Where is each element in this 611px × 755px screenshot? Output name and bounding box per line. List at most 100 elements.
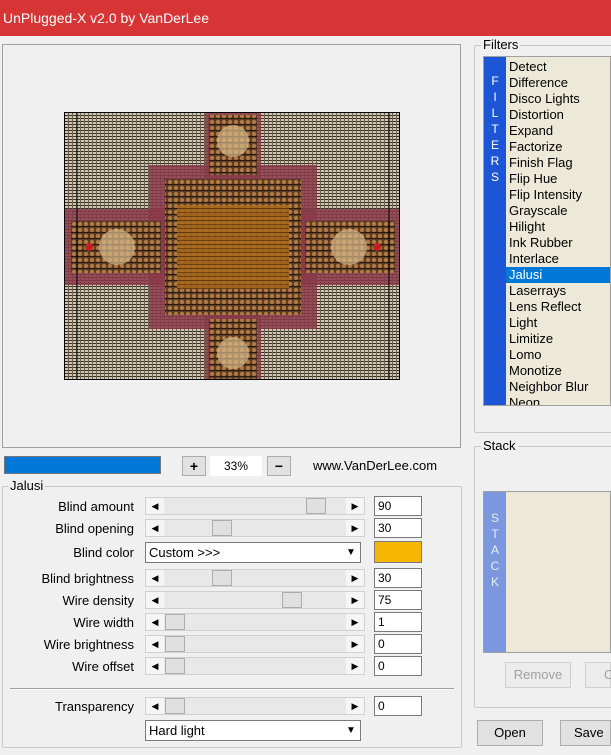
wire-offset-slider[interactable]: ◀ ▶ bbox=[145, 657, 365, 675]
strip-letter: A bbox=[490, 543, 499, 557]
zoom-out-button[interactable]: − bbox=[267, 456, 291, 476]
slider-right-arrow-icon[interactable]: ▶ bbox=[346, 614, 364, 630]
filter-item[interactable]: Difference bbox=[506, 75, 610, 91]
filter-item[interactable]: Flip Intensity bbox=[506, 187, 610, 203]
filter-item[interactable]: Light bbox=[506, 315, 610, 331]
clear-button[interactable]: C bbox=[585, 662, 611, 688]
slider-left-arrow-icon[interactable]: ◀ bbox=[146, 636, 164, 652]
wire-width-input[interactable]: 1 bbox=[374, 612, 422, 632]
filters-group-title: Filters bbox=[481, 37, 521, 52]
filter-item[interactable]: Lens Reflect bbox=[506, 299, 610, 315]
title-bar: UnPlugged-X v2.0 by VanDerLee bbox=[0, 0, 611, 36]
blend-mode-selected: Hard light bbox=[149, 723, 205, 738]
filter-item[interactable]: Neon bbox=[506, 395, 610, 405]
filter-item[interactable]: Limitize bbox=[506, 331, 610, 347]
strip-letter: C bbox=[490, 559, 500, 573]
stack-strip: S T A C K bbox=[484, 492, 506, 652]
website-link[interactable]: www.VanDerLee.com bbox=[313, 458, 437, 473]
blend-mode-select[interactable]: Hard light ▼ bbox=[145, 720, 361, 741]
slider-left-arrow-icon[interactable]: ◀ bbox=[146, 698, 164, 714]
filter-item[interactable]: Distortion bbox=[506, 107, 610, 123]
slider-thumb[interactable] bbox=[306, 498, 326, 514]
slider-thumb[interactable] bbox=[165, 636, 185, 652]
wire-density-label: Wire density bbox=[62, 593, 134, 608]
strip-letter: S bbox=[490, 170, 499, 184]
filter-item[interactable]: Grayscale bbox=[506, 203, 610, 219]
filter-item[interactable]: Monotize bbox=[506, 363, 610, 379]
blind-color-swatch[interactable] bbox=[374, 541, 422, 563]
wire-brightness-slider[interactable]: ◀ ▶ bbox=[145, 635, 365, 653]
wire-density-input[interactable]: 75 bbox=[374, 590, 422, 610]
filters-list[interactable]: F I L T E R S Detect Difference Disco Li… bbox=[483, 56, 611, 406]
blind-opening-slider[interactable]: ◀ ▶ bbox=[145, 519, 365, 537]
filter-item[interactable]: Laserrays bbox=[506, 283, 610, 299]
preview-artwork bbox=[65, 113, 399, 379]
blind-amount-slider[interactable]: ◀ ▶ bbox=[145, 497, 365, 515]
zoom-in-button[interactable]: + bbox=[182, 456, 206, 476]
slider-left-arrow-icon[interactable]: ◀ bbox=[146, 520, 164, 536]
slider-left-arrow-icon[interactable]: ◀ bbox=[146, 570, 164, 586]
blind-amount-input[interactable]: 90 bbox=[374, 496, 422, 516]
strip-letter: K bbox=[490, 575, 499, 589]
filter-item[interactable]: Hilight bbox=[506, 219, 610, 235]
blind-brightness-slider[interactable]: ◀ ▶ bbox=[145, 569, 365, 587]
wire-offset-input[interactable]: 0 bbox=[374, 656, 422, 676]
transparency-label: Transparency bbox=[55, 699, 134, 714]
filter-item[interactable]: Disco Lights bbox=[506, 91, 610, 107]
filter-item[interactable]: Neighbor Blur bbox=[506, 379, 610, 395]
transparency-input[interactable]: 0 bbox=[374, 696, 422, 716]
slider-right-arrow-icon[interactable]: ▶ bbox=[346, 698, 364, 714]
blind-opening-label: Blind opening bbox=[55, 521, 134, 536]
slider-left-arrow-icon[interactable]: ◀ bbox=[146, 498, 164, 514]
chevron-down-icon[interactable]: ▼ bbox=[342, 721, 360, 740]
blind-brightness-input[interactable]: 30 bbox=[374, 568, 422, 588]
filters-strip: F I L T E R S bbox=[484, 57, 506, 405]
slider-thumb[interactable] bbox=[212, 570, 232, 586]
filter-item[interactable]: Interlace bbox=[506, 251, 610, 267]
slider-right-arrow-icon[interactable]: ▶ bbox=[346, 520, 364, 536]
slider-left-arrow-icon[interactable]: ◀ bbox=[146, 658, 164, 674]
strip-letter: L bbox=[491, 106, 499, 120]
slider-thumb[interactable] bbox=[282, 592, 302, 608]
window-title: UnPlugged-X v2.0 by VanDerLee bbox=[3, 10, 209, 26]
wire-density-slider[interactable]: ◀ ▶ bbox=[145, 591, 365, 609]
zoom-level: 33% bbox=[210, 456, 262, 476]
blind-brightness-label: Blind brightness bbox=[41, 571, 135, 586]
slider-thumb[interactable] bbox=[165, 658, 185, 674]
slider-right-arrow-icon[interactable]: ▶ bbox=[346, 658, 364, 674]
strip-letter: R bbox=[490, 154, 500, 168]
filter-item[interactable]: Finish Flag bbox=[506, 155, 610, 171]
slider-thumb[interactable] bbox=[165, 698, 185, 714]
slider-thumb[interactable] bbox=[165, 614, 185, 630]
chevron-down-icon[interactable]: ▼ bbox=[342, 543, 360, 562]
slider-right-arrow-icon[interactable]: ▶ bbox=[346, 592, 364, 608]
wire-offset-label: Wire offset bbox=[72, 659, 134, 674]
open-button[interactable]: Open bbox=[477, 720, 543, 746]
filter-item[interactable]: Ink Rubber bbox=[506, 235, 610, 251]
preview-image[interactable] bbox=[64, 112, 400, 380]
wire-width-slider[interactable]: ◀ ▶ bbox=[145, 613, 365, 631]
blind-opening-input[interactable]: 30 bbox=[374, 518, 422, 538]
wire-brightness-input[interactable]: 0 bbox=[374, 634, 422, 654]
filter-item[interactable]: Detect bbox=[506, 59, 610, 75]
slider-thumb[interactable] bbox=[212, 520, 232, 536]
slider-right-arrow-icon[interactable]: ▶ bbox=[346, 498, 364, 514]
stack-list[interactable]: S T A C K bbox=[483, 491, 611, 653]
slider-right-arrow-icon[interactable]: ▶ bbox=[346, 636, 364, 652]
strip-letter: T bbox=[491, 527, 499, 541]
remove-button[interactable]: Remove bbox=[505, 662, 571, 688]
transparency-slider[interactable]: ◀ ▶ bbox=[145, 697, 365, 715]
filter-item[interactable]: Lomo bbox=[506, 347, 610, 363]
filter-item-selected[interactable]: Jalusi bbox=[506, 267, 610, 283]
blind-color-label: Blind color bbox=[73, 545, 134, 560]
strip-letter: F bbox=[491, 74, 499, 88]
filter-item[interactable]: Expand bbox=[506, 123, 610, 139]
slider-left-arrow-icon[interactable]: ◀ bbox=[146, 614, 164, 630]
filter-item[interactable]: Factorize bbox=[506, 139, 610, 155]
slider-right-arrow-icon[interactable]: ▶ bbox=[346, 570, 364, 586]
blind-color-select[interactable]: Custom >>> ▼ bbox=[145, 542, 361, 563]
slider-left-arrow-icon[interactable]: ◀ bbox=[146, 592, 164, 608]
filter-item[interactable]: Flip Hue bbox=[506, 171, 610, 187]
blind-amount-label: Blind amount bbox=[58, 499, 134, 514]
save-button[interactable]: Save bbox=[560, 720, 611, 746]
